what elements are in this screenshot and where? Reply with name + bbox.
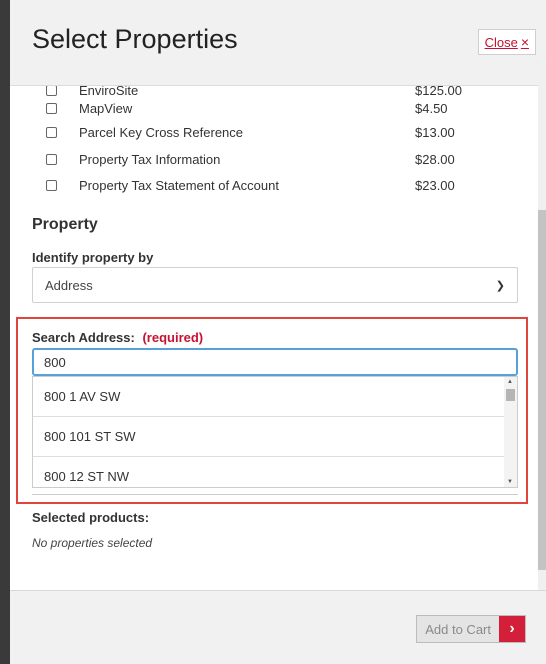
property-section-title: Property [32, 216, 98, 233]
modal-header: Select Properties Close × [10, 0, 546, 86]
chevron-right-icon: › [499, 616, 525, 642]
chevron-down-icon: ❯ [495, 279, 505, 292]
address-suggestions-dropdown[interactable]: 800 1 AV SW 800 101 ST SW 800 12 ST NW ▲… [32, 376, 518, 488]
search-address-label: Search Address: (required) [32, 330, 203, 345]
product-name: MapView [79, 100, 133, 116]
modal-scroll-thumb[interactable] [538, 210, 546, 570]
product-checkbox[interactable] [46, 102, 57, 114]
select-properties-modal: Select Properties Close × EnviroSite $12… [10, 0, 546, 664]
product-name: Parcel Key Cross Reference [79, 124, 244, 140]
add-to-cart-label: Add to Cart [425, 621, 491, 637]
product-price: $125.00 [415, 86, 462, 98]
close-icon: × [520, 34, 529, 50]
no-properties-text: No properties selected [32, 536, 153, 550]
product-price: $23.00 [415, 178, 455, 193]
identify-property-select[interactable]: Address ❯ [32, 267, 518, 303]
product-row[interactable]: MapView [46, 98, 132, 118]
product-row[interactable]: Property Tax Statement of Account [46, 175, 279, 195]
product-row[interactable]: Parcel Key Cross Reference [46, 122, 243, 142]
search-address-label-text: Search Address: [32, 330, 135, 345]
suggestions-scrollbar[interactable]: ▲ ▼ [504, 377, 517, 487]
modal-title: Select Properties [32, 24, 238, 54]
search-address-input[interactable] [32, 348, 518, 376]
product-checkbox[interactable] [46, 179, 57, 191]
product-price: $13.00 [415, 125, 455, 140]
modal-body[interactable]: EnviroSite $125.00 MapView $4.50 Parcel … [10, 86, 538, 590]
product-price: $4.50 [415, 101, 448, 116]
product-row[interactable]: Property Tax Information [46, 149, 220, 169]
close-button[interactable]: Close × [477, 29, 536, 55]
search-address-group: Search Address: (required) 800 1 AV SW 8… [16, 317, 528, 504]
identify-property-value: Address [45, 277, 93, 293]
add-to-cart-button[interactable]: Add to Cart › [416, 615, 526, 643]
product-name: Property Tax Information [79, 151, 221, 167]
modal-footer: Add to Cart › [10, 590, 546, 664]
scroll-up-icon[interactable]: ▲ [507, 379, 513, 385]
scroll-down-icon[interactable]: ▼ [507, 479, 513, 485]
close-label: Close [484, 34, 518, 50]
identify-property-label: Identify property by [32, 250, 154, 265]
product-checkbox[interactable] [46, 126, 57, 138]
selected-products-label: Selected products: [32, 510, 150, 525]
suggestion-item[interactable]: 800 1 AV SW [33, 377, 505, 417]
product-name: Property Tax Statement of Account [79, 177, 279, 193]
product-name: EnviroSite [79, 86, 139, 98]
required-indicator: (required) [142, 330, 204, 345]
modal-scrollbar[interactable] [538, 60, 546, 590]
suggestion-item[interactable]: 800 12 ST NW [33, 457, 505, 487]
product-price: $28.00 [415, 152, 455, 167]
divider [32, 494, 518, 495]
product-checkbox[interactable] [46, 86, 57, 96]
product-checkbox[interactable] [46, 153, 57, 165]
suggestions-scroll-thumb[interactable] [506, 389, 515, 401]
suggestion-item[interactable]: 800 101 ST SW [33, 417, 505, 457]
